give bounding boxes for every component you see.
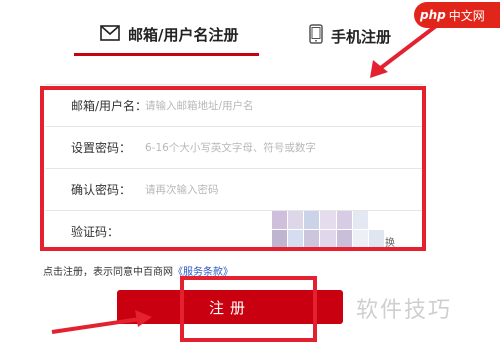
confirm-password-label: 确认密码： — [71, 183, 132, 197]
tab-email-label: 邮箱/用户名注册 — [128, 26, 239, 44]
captcha-refresh-link[interactable]: 换 — [385, 234, 395, 249]
password-label: 设置密码： — [71, 141, 132, 155]
captcha-input[interactable] — [145, 211, 265, 252]
mail-icon — [100, 24, 120, 45]
agreement-text: 点击注册，表示同意中百商网《服务条款》 — [43, 263, 233, 278]
terms-link[interactable]: 《服务条款》 — [173, 267, 233, 278]
captcha-label: 验证码： — [71, 225, 120, 239]
php-logo-text: 中文网 — [448, 8, 485, 23]
email-username-row: 邮箱/用户名： — [45, 84, 423, 126]
confirm-password-row: 确认密码： — [45, 168, 423, 210]
captcha-image[interactable] — [272, 211, 384, 247]
tab-phone[interactable]: 手机注册 — [309, 24, 391, 48]
agreement-prefix: 点击注册，表示同意中百商网 — [43, 267, 173, 278]
email-username-input[interactable] — [145, 85, 423, 126]
php-logo: php 中文网 — [414, 2, 500, 28]
tab-phone-label: 手机注册 — [331, 27, 392, 46]
password-row: 设置密码： — [45, 126, 423, 168]
password-input[interactable] — [145, 127, 423, 168]
confirm-password-input[interactable] — [145, 169, 423, 210]
tab-email-username[interactable]: 邮箱/用户名注册 — [100, 24, 238, 45]
watermark-caption: 软件技巧 — [356, 298, 453, 323]
php-logo-prefix: php — [420, 8, 446, 22]
active-tab-underline — [74, 53, 259, 56]
register-button[interactable]: 注册 — [117, 290, 343, 324]
phone-icon — [309, 24, 323, 48]
email-username-label: 邮箱/用户名： — [71, 99, 148, 113]
